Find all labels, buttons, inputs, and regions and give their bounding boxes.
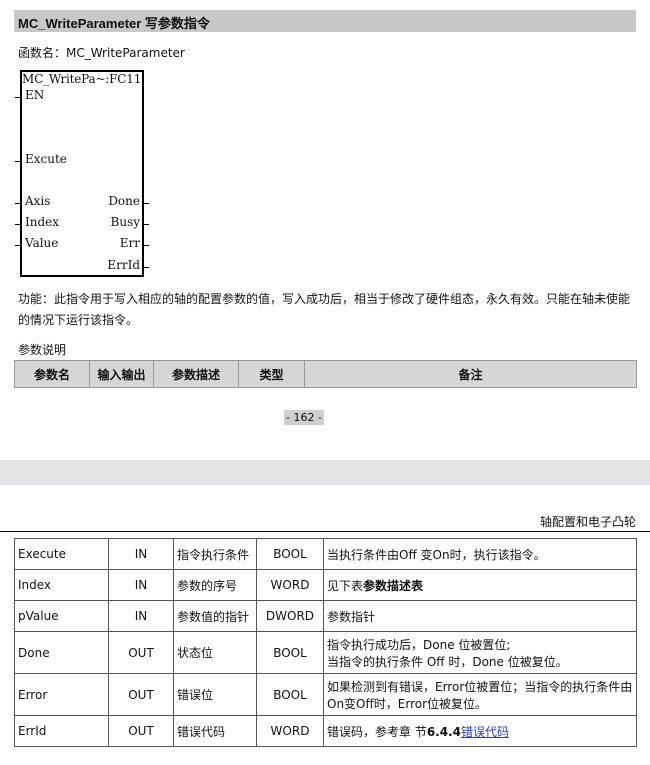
cell-io: IN: [108, 600, 174, 632]
note-bold: 参数描述表: [363, 578, 424, 593]
table-row: Execute IN 指令执行条件 BOOL 当执行条件由Off 变On时，执行…: [14, 538, 637, 570]
header-cell: 类型: [238, 360, 305, 388]
cell-note: 指令执行成功后，Done 位被置位; 当指令的执行条件 Off 时，Done 位被…: [323, 631, 637, 674]
section-title-bar: MC_WriteParameter 写参数指令: [14, 10, 636, 32]
cell-name: pValue: [14, 600, 109, 632]
table-row: Index IN 参数的序号 WORD 见下表参数描述表: [14, 569, 637, 601]
pin-err: Err: [119, 236, 140, 250]
cell-type: WORD: [256, 569, 324, 601]
function-description: 功能：此指令用于写入相应的轴的配置参数的值，写入成功后，相当于修改了硬件组态，永…: [18, 292, 631, 327]
table-row: Done OUT 状态位 BOOL 指令执行成功后，Done 位被置位; 当指令的…: [14, 631, 637, 674]
pin-line: [15, 245, 20, 246]
params-table-header: 参数名 输入输出 参数描述 类型 备注: [14, 360, 637, 388]
pin-line: [15, 161, 20, 162]
cell-note: 见下表参数描述表: [323, 569, 637, 601]
table-row: ErrId OUT 错误代码 WORD 错误码，参考章 节6.4.4错误代码: [14, 715, 637, 747]
pin-axis: Axis: [25, 194, 51, 208]
page-162: MC_WriteParameter 写参数指令 函数名：MC_WritePara…: [0, 0, 650, 460]
cell-type: WORD: [256, 715, 324, 747]
header-cell: 输入输出: [89, 360, 154, 388]
cell-type: BOOL: [256, 673, 324, 716]
cell-desc: 参数的序号: [173, 569, 257, 601]
cell-io: IN: [108, 538, 174, 570]
header-rule: [0, 531, 650, 532]
cell-desc: 错误位: [173, 673, 257, 716]
chapter-header: 轴配置和电子凸轮: [539, 515, 636, 529]
cell-io: IN: [108, 569, 174, 601]
pin-busy: Busy: [110, 215, 140, 229]
cell-name: Error: [14, 673, 109, 716]
note-text: 见下表: [327, 578, 364, 593]
cell-note: 当执行条件由Off 变On时，执行该指令。: [323, 538, 637, 570]
page-separator: [0, 460, 650, 485]
pin-line: [15, 97, 20, 98]
note-line: 如果检测到有错误，Error位被置位；当指令的执行条件由: [327, 679, 633, 694]
pin-line: [144, 267, 149, 268]
note-bold: 6.4.4: [426, 724, 461, 739]
pin-done: Done: [108, 194, 140, 208]
table-row: pValue IN 参数值的指针 DWORD 参数指针: [14, 600, 637, 632]
cell-desc: 参数值的指针: [173, 600, 257, 632]
cell-type: DWORD: [256, 600, 324, 632]
pin-excute: Excute: [25, 152, 67, 166]
cell-name: ErrId: [14, 715, 109, 747]
pin-line: [144, 224, 149, 225]
cell-io: OUT: [108, 715, 174, 747]
note-line: On变Off时，Error位被复位。: [327, 696, 488, 711]
header-cell: 备注: [304, 360, 637, 388]
cell-note: 如果检测到有错误，Error位被置位；当指令的执行条件由 On变Off时，Erro…: [323, 673, 637, 716]
note-line: 指令执行成功后，Done 位被置位;: [327, 637, 511, 652]
note-text: 错误码，参考章 节: [327, 724, 427, 739]
pin-en: EN: [25, 88, 45, 102]
pin-index: Index: [25, 215, 60, 229]
cell-io: OUT: [108, 631, 174, 674]
function-name: 函数名：MC_WriteParameter: [18, 46, 185, 60]
cell-note: 参数指针: [323, 600, 637, 632]
cell-name: Index: [14, 569, 109, 601]
cell-type: BOOL: [256, 538, 324, 570]
pin-line: [144, 203, 149, 204]
pin-value: Value: [25, 236, 59, 250]
cell-desc: 状态位: [173, 631, 257, 674]
page-number: - 162 -: [284, 410, 324, 425]
pin-line: [15, 203, 20, 204]
error-code-link[interactable]: 错误代码: [461, 725, 509, 739]
pin-errid: ErrId: [107, 258, 140, 272]
cell-name: Execute: [14, 538, 109, 570]
pin-line: [15, 224, 20, 225]
pin-line: [144, 245, 149, 246]
header-cell: 参数名: [14, 360, 90, 388]
cell-desc: 指令执行条件: [173, 538, 257, 570]
header-cell: 参数描述: [153, 360, 239, 388]
params-label: 参数说明: [18, 343, 67, 357]
note-line: 当指令的执行条件 Off 时，Done 位被复位。: [327, 654, 568, 669]
params-table: Execute IN 指令执行条件 BOOL 当执行条件由Off 变On时，执行…: [14, 538, 637, 747]
function-block-name: MC_WritePa~:FC11: [22, 72, 142, 86]
table-row: Error OUT 错误位 BOOL 如果检测到有错误，Error位被置位；当指…: [14, 673, 637, 716]
cell-desc: 错误代码: [173, 715, 257, 747]
cell-io: OUT: [108, 673, 174, 716]
section-title: MC_WriteParameter 写参数指令: [18, 16, 210, 31]
cell-name: Done: [14, 631, 109, 674]
cell-note: 错误码，参考章 节6.4.4错误代码: [323, 715, 637, 747]
cell-type: BOOL: [256, 631, 324, 674]
page-163: 轴配置和电子凸轮 Execute IN 指令执行条件 BOOL 当执行条件由Of…: [0, 485, 650, 765]
